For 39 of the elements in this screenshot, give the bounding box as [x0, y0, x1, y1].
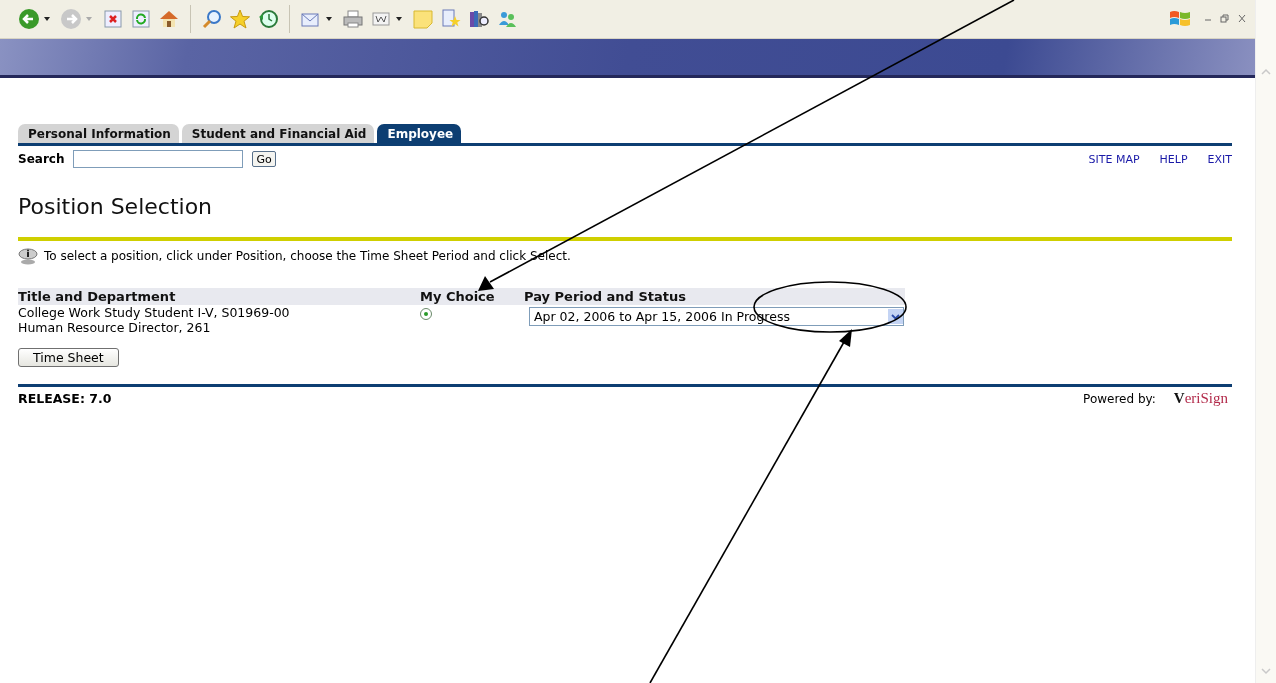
back-icon[interactable]	[18, 8, 40, 30]
refresh-icon[interactable]	[130, 8, 152, 30]
windows-flag-icon	[1169, 9, 1191, 29]
caret-icon[interactable]	[396, 17, 402, 21]
release-label: RELEASE: 7.0	[18, 391, 112, 406]
nav-link[interactable]: HELP	[1159, 152, 1188, 166]
document-star-icon[interactable]	[440, 8, 462, 30]
powered-by-label: Powered by:	[1083, 391, 1156, 406]
caret-icon[interactable]	[326, 17, 332, 21]
home-icon[interactable]	[158, 8, 180, 30]
printer-icon[interactable]	[342, 8, 364, 30]
table-cell-text: Human Resource Director, 261	[18, 320, 212, 335]
search-icon[interactable]	[201, 8, 223, 30]
go-button[interactable]: Go	[252, 151, 276, 167]
table-cell-text: College Work Study Student I-V, S01969-00	[18, 305, 291, 320]
tab[interactable]: Student and Financial Aid	[181, 124, 375, 143]
radio-button[interactable]	[420, 308, 432, 320]
star-icon[interactable]	[229, 8, 251, 30]
nav-link[interactable]: EXIT	[1207, 152, 1232, 166]
scroll-up-icon[interactable]	[1260, 68, 1272, 76]
books-icon[interactable]	[468, 8, 490, 30]
column-header: My Choice	[420, 289, 496, 304]
tab[interactable]: Employee	[377, 124, 462, 143]
scroll-down-icon[interactable]	[1260, 667, 1272, 675]
verisign-logo: VeriSign	[1173, 390, 1228, 407]
scrollbar[interactable]	[1255, 0, 1276, 683]
forward-icon[interactable]	[60, 8, 82, 30]
nav-link[interactable]: SITE MAP	[1088, 152, 1140, 166]
tab[interactable]: Personal Information	[18, 124, 179, 143]
history-icon[interactable]	[257, 8, 279, 30]
column-header: Title and Department	[18, 289, 177, 304]
column-header: Pay Period and Status	[524, 289, 687, 304]
stop-icon[interactable]	[102, 8, 124, 30]
page-title: Position Selection	[18, 194, 214, 219]
caret-icon[interactable]	[44, 17, 50, 21]
info-icon	[18, 247, 38, 265]
search-field[interactable]	[73, 150, 244, 168]
search-label: Search	[18, 152, 65, 166]
time-sheet-button[interactable]: Time Sheet	[18, 348, 119, 367]
